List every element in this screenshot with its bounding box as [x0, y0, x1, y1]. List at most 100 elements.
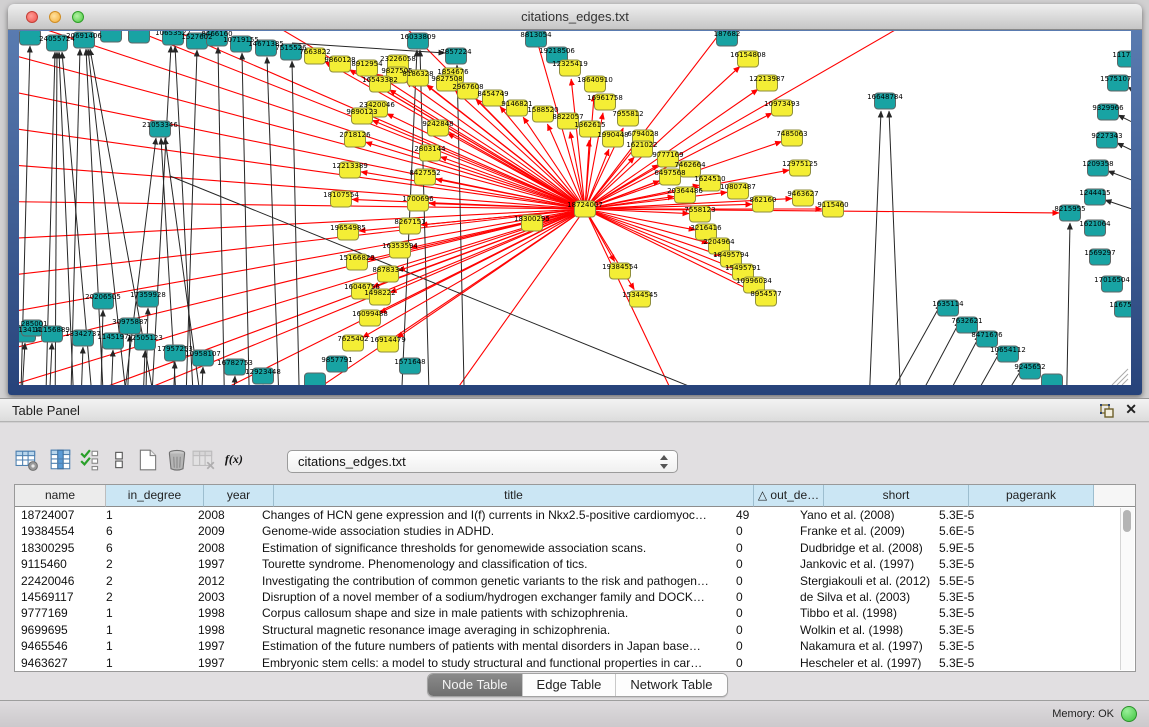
graph-node-label: 10807487	[720, 183, 756, 191]
network-canvas[interactable]: 2405572420691406106535271527602846616010…	[19, 31, 1131, 385]
scrollbar-thumb[interactable]	[1123, 510, 1131, 532]
table-rows-button[interactable]	[106, 447, 132, 473]
cell-pagerank: 5.3E-5	[933, 507, 1052, 523]
cell-title: Tourette syndrome. Phenomenology and cla…	[256, 556, 730, 572]
graph-edge	[868, 111, 881, 385]
graph-edge	[1105, 200, 1131, 215]
table-type-tabs: Node TableEdge TableNetwork Table	[427, 673, 728, 697]
new-column-button[interactable]	[135, 447, 161, 473]
column-header-outde[interactable]: △ out_de…	[754, 485, 824, 507]
cell-outde: 0	[730, 622, 794, 638]
graph-node-label: 16033809	[400, 33, 436, 41]
cell-year: 2003	[192, 589, 256, 605]
column-header-short[interactable]: short	[824, 485, 969, 507]
close-panel-icon[interactable]: ✕	[1125, 401, 1137, 418]
cell-outde: 0	[730, 573, 794, 589]
cell-indegree: 2	[100, 556, 192, 572]
graph-node-label: 9777169	[652, 151, 683, 159]
graph-node-label: 8186328	[402, 70, 433, 78]
table-row[interactable]: 1872400712008Changes of HCN gene express…	[15, 507, 1135, 523]
row-selection-button[interactable]	[78, 447, 104, 473]
graph-node-label: 6794028	[627, 130, 658, 138]
graph-node-label: 23226058	[380, 55, 416, 63]
table-row[interactable]: 946554611997Estimation of the future num…	[15, 638, 1135, 654]
memory-status-label: Memory: OK	[1052, 708, 1114, 720]
citation-network-graph[interactable]: 2405572420691406106535271527602846616010…	[19, 31, 1131, 385]
graph-edge	[232, 376, 235, 385]
graph-node[interactable]	[305, 373, 326, 385]
graph-edge	[397, 209, 585, 338]
graph-node[interactable]	[129, 31, 150, 43]
graph-node-label: 18724007	[567, 201, 603, 209]
column-header-name[interactable]: name	[15, 485, 106, 507]
cell-indegree: 6	[100, 540, 192, 556]
graph-node-label: 16961758	[587, 94, 623, 102]
cell-pagerank: 5.3E-5	[933, 622, 1052, 638]
column-header-pagerank[interactable]: pagerank	[969, 485, 1094, 507]
cell-outde: 49	[730, 507, 794, 523]
graph-node-label: 8454749	[477, 90, 508, 98]
graph-node-label: 16353594	[382, 242, 418, 250]
graph-node-label: 9245652	[1014, 363, 1045, 371]
canvas-resize-grip[interactable]	[1122, 379, 1128, 385]
graph-node-label: 1167533	[1109, 301, 1131, 309]
graph-edge	[48, 343, 52, 385]
graph-node-label: 1244415	[1079, 189, 1110, 197]
cell-year: 1997	[192, 655, 256, 671]
graph-node-label: 9857791	[321, 356, 352, 364]
graph-node-label: 15166829	[339, 254, 375, 262]
graph-node[interactable]	[1042, 374, 1063, 385]
delete-column-button[interactable]	[164, 447, 190, 473]
graph-node-label: 16648784	[867, 93, 903, 101]
graph-edge	[185, 50, 197, 385]
column-header-indegree[interactable]: in_degree	[106, 485, 204, 507]
graph-node-label: 1569297	[1084, 249, 1115, 257]
table-source-combobox[interactable]: citations_edges.txt	[287, 450, 678, 473]
table-row[interactable]: 1938455462009Genome-wide association stu…	[15, 523, 1135, 539]
cell-title: Estimation of the future numbers of pati…	[256, 638, 730, 654]
tab-node-table[interactable]: Node Table	[428, 674, 523, 696]
table-panel-titlebar: Table Panel ✕	[0, 398, 1149, 422]
cell-title: Disruption of a novel member of a sodium…	[256, 589, 730, 605]
graph-edge	[952, 350, 1001, 385]
graph-node[interactable]	[20, 31, 41, 45]
function-builder-button[interactable]: f(x)	[222, 447, 248, 473]
table-row[interactable]: 969969511998Structural magnetic resonanc…	[15, 622, 1135, 638]
graph-node-label: 16543382	[362, 76, 398, 84]
cell-short: Tibbo et al. (1998)	[794, 605, 933, 621]
column-header-year[interactable]: year	[204, 485, 274, 507]
cell-indegree: 1	[100, 622, 192, 638]
graph-node-label: 15495791	[725, 264, 761, 272]
cell-year: 2008	[192, 540, 256, 556]
table-row[interactable]: 1830029562008Estimation of significance …	[15, 540, 1135, 556]
graph-node-label: 7625402	[337, 335, 368, 343]
window-titlebar[interactable]: citations_edges.txt	[8, 4, 1142, 30]
table-scrollbar[interactable]	[1120, 508, 1134, 670]
table-options-button[interactable]	[14, 447, 40, 473]
column-visibility-button[interactable]	[48, 447, 74, 473]
column-header-title[interactable]: title	[274, 485, 754, 507]
cell-outde: 0	[730, 556, 794, 572]
graph-node-label: 13342737	[65, 330, 101, 338]
delete-table-button[interactable]	[191, 447, 217, 473]
tab-edge-table[interactable]: Edge Table	[523, 674, 617, 696]
graph-node-label: 6497568	[654, 169, 685, 177]
combo-selected-value: citations_edges.txt	[298, 454, 406, 469]
table-row[interactable]: 1456911722003Disruption of a novel membe…	[15, 589, 1135, 605]
tab-network-table[interactable]: Network Table	[616, 674, 726, 696]
graph-node-label: 1209358	[1082, 160, 1113, 168]
graph-node[interactable]	[101, 31, 122, 42]
table-row[interactable]: 977716911998Corpus callosum shape and si…	[15, 605, 1135, 621]
canvas-resize-grip[interactable]	[1117, 374, 1128, 385]
graph-node-label: 20691406	[66, 32, 102, 40]
table-row[interactable]: 911546021997Tourette syndrome. Phenomeno…	[15, 556, 1135, 572]
cell-outde: 0	[730, 638, 794, 654]
table-row[interactable]: 2242004622012Investigating the contribut…	[15, 573, 1135, 589]
graph-edge	[80, 347, 83, 385]
table-row[interactable]: 946362711997Embryonic stem cells: a mode…	[15, 655, 1135, 671]
graph-edge	[420, 209, 585, 385]
graph-node-label: 8954577	[750, 290, 781, 298]
node-attribute-table: namein_degreeyeartitle△ out_de…shortpage…	[14, 484, 1136, 672]
float-panel-icon[interactable]	[1099, 403, 1115, 419]
cell-year: 1998	[192, 622, 256, 638]
